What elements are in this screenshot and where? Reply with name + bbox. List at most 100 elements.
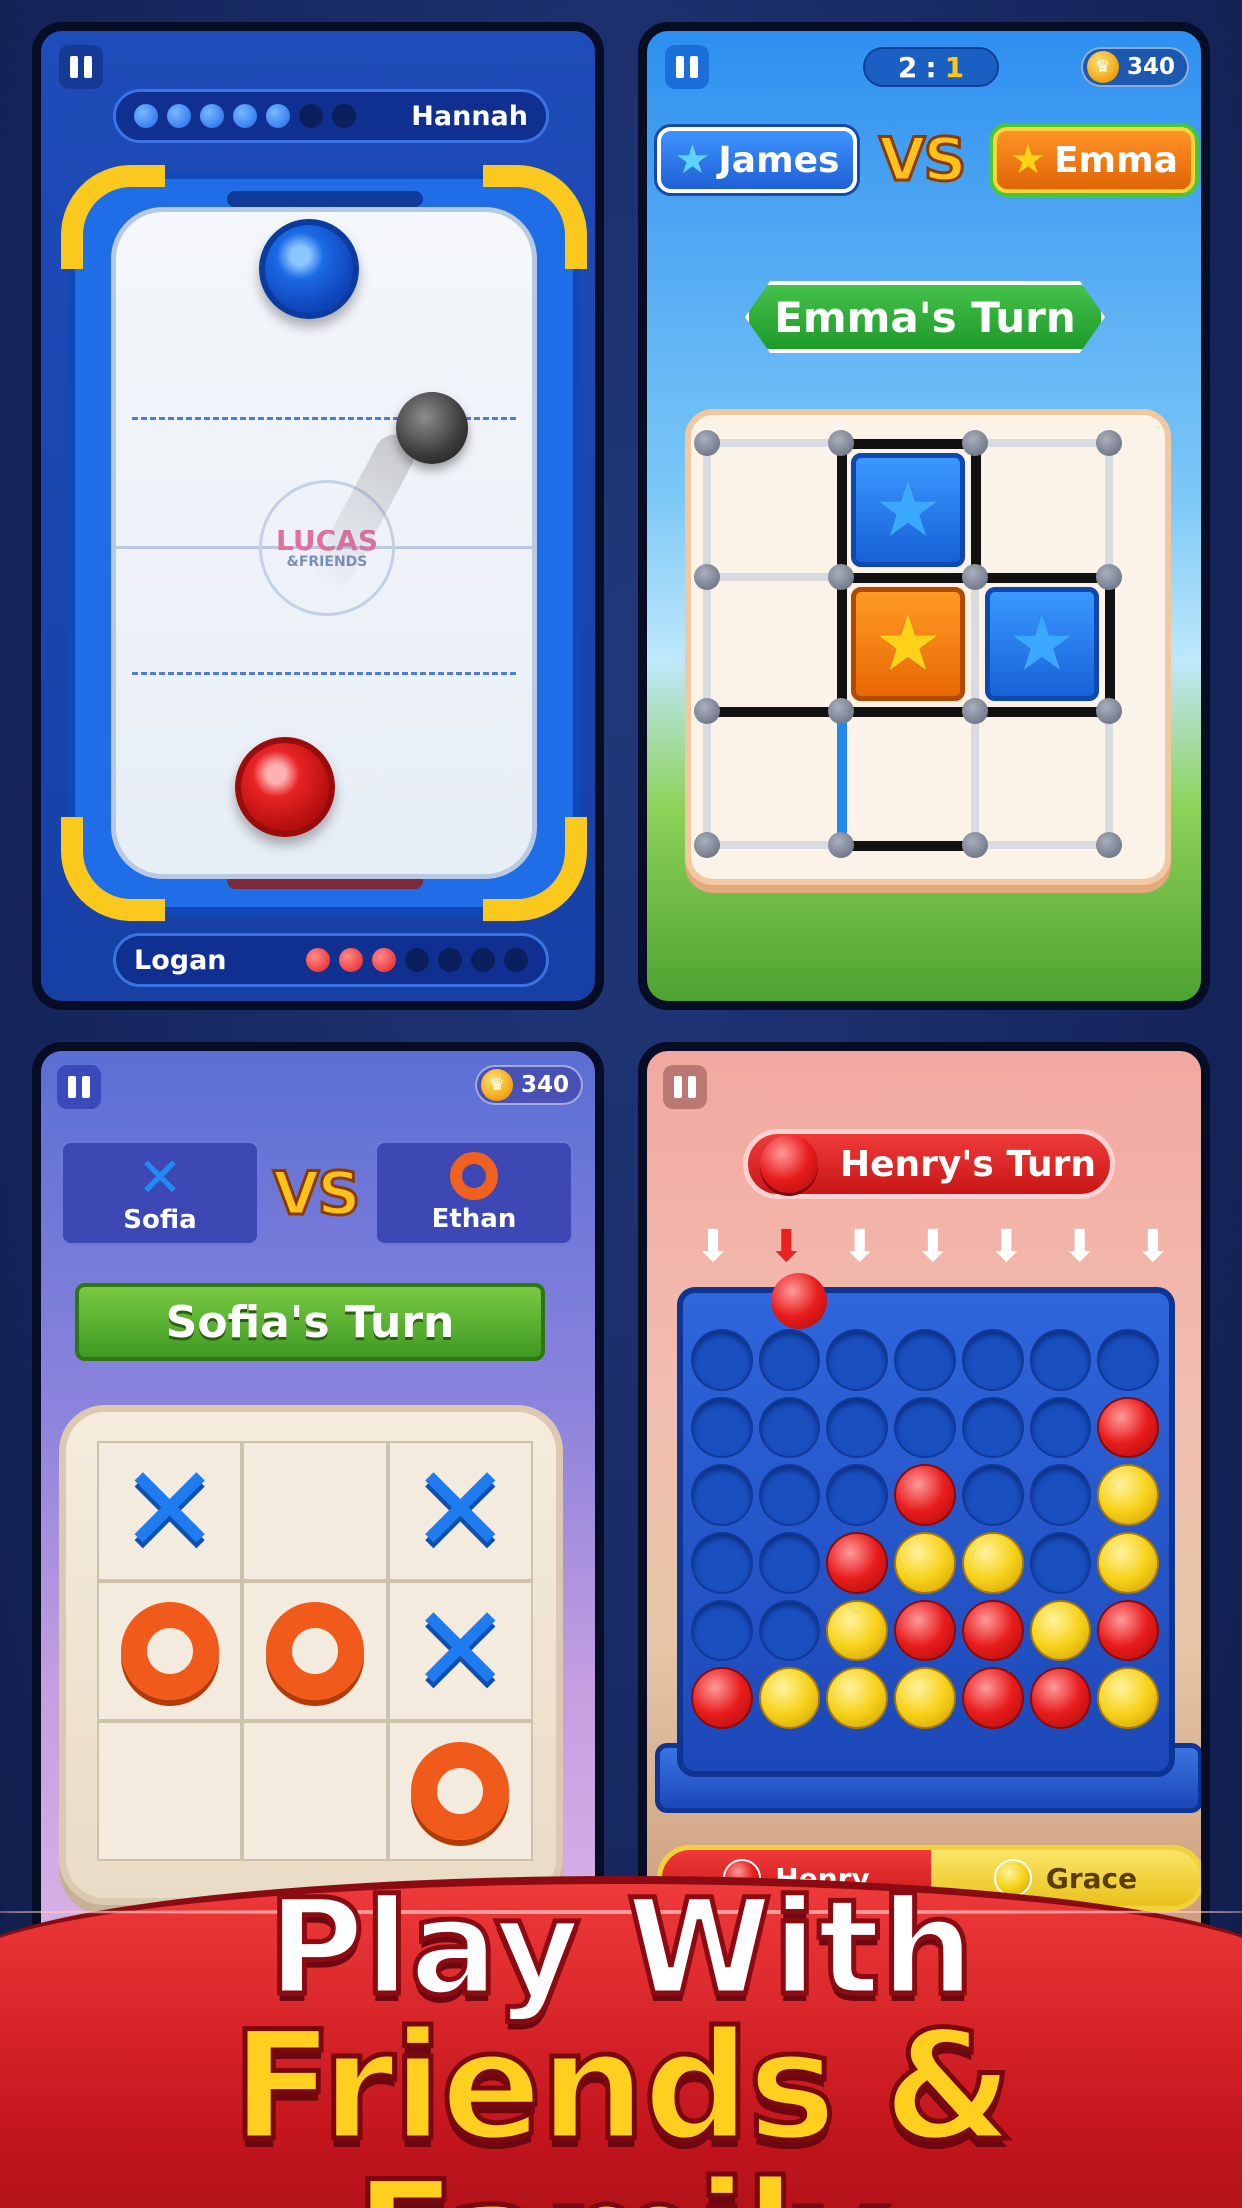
score-dot bbox=[306, 948, 330, 972]
grid-cell[interactable] bbox=[1029, 1667, 1092, 1729]
grid-cell[interactable] bbox=[1097, 1464, 1159, 1526]
board-cell[interactable] bbox=[97, 1721, 243, 1861]
grid-cell[interactable] bbox=[1029, 1532, 1092, 1594]
grid-cell[interactable] bbox=[1097, 1396, 1159, 1459]
grid-cell[interactable] bbox=[1029, 1329, 1092, 1391]
grid-cell[interactable] bbox=[758, 1464, 821, 1526]
grid-cell[interactable] bbox=[894, 1396, 956, 1459]
grid-line bbox=[837, 577, 847, 711]
grid-cell[interactable] bbox=[691, 1464, 753, 1526]
grid-cell[interactable] bbox=[826, 1464, 889, 1526]
dropping-disc bbox=[771, 1273, 827, 1329]
board-cell[interactable]: ✕ bbox=[387, 1441, 533, 1581]
pause-icon bbox=[68, 1076, 76, 1098]
grid-cell[interactable] bbox=[961, 1532, 1024, 1594]
column-arrow-icon[interactable]: ⬇ bbox=[687, 1225, 739, 1269]
grid-cell[interactable] bbox=[961, 1599, 1024, 1662]
column-arrows: ⬇ ⬇ ⬇ ⬇ ⬇ ⬇ ⬇ bbox=[687, 1225, 1179, 1269]
pause-button[interactable] bbox=[665, 45, 709, 89]
connect-four-grid bbox=[691, 1329, 1159, 1729]
score-dot bbox=[332, 104, 356, 128]
grid-cell[interactable] bbox=[826, 1532, 889, 1594]
grid-cell[interactable] bbox=[961, 1464, 1024, 1526]
grid-cell[interactable] bbox=[691, 1532, 753, 1594]
grid-cell[interactable] bbox=[1029, 1599, 1092, 1662]
tic-tac-toe-panel: ♛ 340 ✕ Sofia VS Ethan Sofia's Turn ✕ ✕ ✕ bbox=[32, 1042, 604, 1972]
grid-cell[interactable] bbox=[758, 1532, 821, 1594]
top-score-dots bbox=[134, 104, 356, 128]
grid-cell[interactable] bbox=[758, 1667, 821, 1729]
grid-line bbox=[703, 711, 711, 845]
puck bbox=[396, 392, 468, 464]
bottom-player-name: Logan bbox=[134, 944, 227, 976]
grid-cell[interactable] bbox=[758, 1329, 821, 1391]
grid-cell[interactable] bbox=[894, 1532, 956, 1594]
board-cell[interactable] bbox=[242, 1581, 388, 1721]
red-mallet[interactable] bbox=[235, 737, 335, 837]
crown-coin-icon: ♛ bbox=[1086, 51, 1119, 83]
grid-line bbox=[707, 573, 841, 581]
board-cell[interactable]: ✕ bbox=[387, 1581, 533, 1721]
o-mark-icon bbox=[120, 1602, 219, 1700]
column-arrow-icon[interactable]: ⬇ bbox=[834, 1225, 886, 1269]
grid-cell[interactable] bbox=[691, 1396, 753, 1459]
grid-cell[interactable] bbox=[894, 1667, 956, 1729]
column-arrow-icon[interactable]: ⬇ bbox=[760, 1225, 812, 1269]
blue-mallet[interactable] bbox=[259, 219, 359, 319]
grid-cell[interactable] bbox=[691, 1329, 753, 1391]
grid-cell[interactable] bbox=[961, 1667, 1024, 1729]
pause-button[interactable] bbox=[663, 1065, 707, 1109]
grid-cell[interactable] bbox=[1097, 1329, 1159, 1391]
grid-cell[interactable] bbox=[1097, 1667, 1159, 1729]
coin-counter[interactable]: ♛ 340 bbox=[474, 1065, 583, 1105]
grid-dot bbox=[828, 832, 854, 858]
grid-cell[interactable] bbox=[826, 1329, 889, 1391]
grid-cell[interactable] bbox=[826, 1396, 889, 1459]
grid-line bbox=[837, 711, 847, 845]
blue-box: ★ bbox=[851, 453, 965, 567]
grid-cell[interactable] bbox=[1097, 1599, 1159, 1662]
score-dot bbox=[372, 948, 396, 972]
board-cell[interactable] bbox=[387, 1721, 533, 1861]
board-cell[interactable] bbox=[242, 1721, 388, 1861]
board-cell[interactable] bbox=[97, 1581, 243, 1721]
column-arrow-icon[interactable]: ⬇ bbox=[980, 1225, 1032, 1269]
grid-cell[interactable] bbox=[1097, 1532, 1159, 1594]
grid-cell[interactable] bbox=[826, 1667, 889, 1729]
player1-name: James bbox=[718, 139, 840, 181]
board-cell[interactable] bbox=[242, 1441, 388, 1581]
grid-dot bbox=[1096, 564, 1122, 590]
grid-cell[interactable] bbox=[961, 1329, 1024, 1391]
score-dot bbox=[299, 104, 323, 128]
turn-banner: Emma's Turn bbox=[745, 281, 1105, 353]
grid-line bbox=[841, 573, 975, 583]
grid-dot bbox=[694, 832, 720, 858]
column-arrow-icon[interactable]: ⬇ bbox=[1127, 1225, 1179, 1269]
grid-line bbox=[707, 841, 841, 849]
grid-cell[interactable] bbox=[1029, 1464, 1092, 1526]
column-arrow-icon[interactable]: ⬇ bbox=[1054, 1225, 1106, 1269]
pause-button[interactable] bbox=[59, 45, 103, 89]
grid-cell[interactable] bbox=[961, 1396, 1024, 1459]
player2-name: Emma bbox=[1053, 139, 1178, 181]
grid-cell[interactable] bbox=[894, 1464, 956, 1526]
grid-dot bbox=[828, 698, 854, 724]
grid-dot bbox=[1096, 430, 1122, 456]
grid-line bbox=[1105, 711, 1113, 845]
grid-cell[interactable] bbox=[826, 1599, 889, 1662]
board-cell[interactable]: ✕ bbox=[97, 1441, 243, 1581]
grid-cell[interactable] bbox=[691, 1599, 753, 1662]
blue-box: ★ bbox=[985, 587, 1099, 701]
grid-cell[interactable] bbox=[894, 1599, 956, 1662]
grid-cell[interactable] bbox=[894, 1329, 956, 1391]
pause-button[interactable] bbox=[57, 1065, 101, 1109]
grid-cell[interactable] bbox=[691, 1667, 753, 1729]
grid-cell[interactable] bbox=[758, 1396, 821, 1459]
grid-cell[interactable] bbox=[758, 1599, 821, 1662]
player-x-name: Sofia bbox=[123, 1205, 197, 1235]
coin-count: 340 bbox=[1126, 54, 1175, 80]
coin-counter[interactable]: ♛ 340 bbox=[1080, 47, 1189, 87]
grid-cell[interactable] bbox=[1029, 1396, 1092, 1459]
grid-line bbox=[707, 439, 841, 447]
column-arrow-icon[interactable]: ⬇ bbox=[907, 1225, 959, 1269]
